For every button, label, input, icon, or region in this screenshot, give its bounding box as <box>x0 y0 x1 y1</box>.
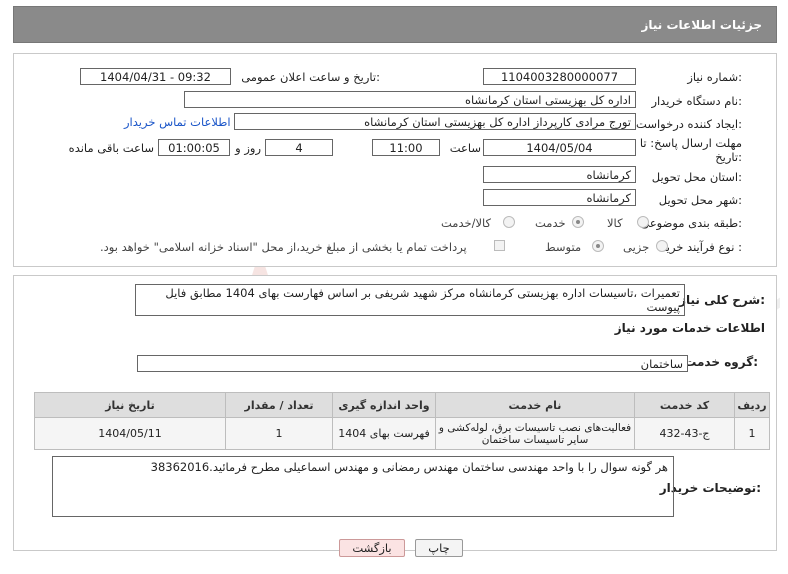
category-option-goods: کالا <box>607 216 623 230</box>
process-type-label: نوع فرآیند خرید : <box>660 240 742 254</box>
buyer-org-label: نام دستگاه خریدار: <box>651 94 742 108</box>
days-remaining-field: 4 <box>265 139 333 156</box>
buyer-notes-field: هر گونه سوال را با واحد مهندسی ساختمان م… <box>52 456 674 517</box>
city-field: کرمانشاه <box>483 189 636 206</box>
col-unit: واحد اندازه گیری <box>332 392 436 418</box>
request-creator-field: تورج مرادی کارپرداز اداره کل بهزیستی است… <box>234 113 636 130</box>
process-radio-medium[interactable] <box>592 240 604 252</box>
city-label: شهر محل تحویل: <box>658 193 742 207</box>
buyer-notes-label: توضیحات خریدار: <box>659 481 761 495</box>
category-radio-goods[interactable] <box>637 216 649 228</box>
cell-service-name: فعالیت‌های نصب تاسیسات برق، لوله‌کشی و س… <box>435 417 635 450</box>
service-group-label: گروه خدمت: <box>684 355 758 369</box>
service-group-field: ساختمان <box>137 355 688 372</box>
province-field: کرمانشاه <box>483 166 636 183</box>
category-label: طبقه بندی موضوعی: <box>640 216 742 230</box>
need-number-field: 1104003280000077 <box>483 68 636 85</box>
table-row: 1 ج-43-432 فعالیت‌های نصب تاسیسات برق، ل… <box>34 417 770 450</box>
days-label: روز و <box>235 141 261 155</box>
process-option-medium: متوسط <box>545 240 582 254</box>
back-button[interactable]: بازگشت <box>339 539 405 557</box>
col-service-name: نام خدمت <box>435 392 635 418</box>
description-label: شرح کلی نیاز: <box>679 293 765 307</box>
buyer-org-field: اداره کل بهزیستی استان کرمانشاه <box>184 91 636 108</box>
process-radio-minor[interactable] <box>656 240 668 252</box>
need-info-panel <box>13 53 777 267</box>
treasury-payment-checkbox[interactable] <box>494 240 505 251</box>
page-title: جزئیات اطلاعات نیاز <box>641 18 762 32</box>
request-creator-label: ایجاد کننده درخواست: <box>636 117 742 131</box>
deadline-time-field: 11:00 <box>372 139 440 156</box>
services-table-header: ردیف کد خدمت نام خدمت واحد اندازه گیری ت… <box>34 392 770 418</box>
deadline-time-label: ساعت <box>449 141 481 155</box>
province-label: استان محل تحویل: <box>651 170 742 184</box>
need-number-label: شماره نیاز: <box>687 70 742 84</box>
cell-service-code: ج-43-432 <box>634 417 735 450</box>
cell-quantity: 1 <box>225 417 333 450</box>
cell-row-number: 1 <box>734 417 770 450</box>
deadline-label-date: تاریخ: <box>715 150 742 164</box>
announce-datetime-field: 1404/04/31 - 09:32 <box>80 68 231 85</box>
cell-need-date: 1404/05/11 <box>34 417 226 450</box>
category-option-goods-service: کالا/خدمت <box>441 216 492 230</box>
col-row-number: ردیف <box>734 392 770 418</box>
category-option-service: خدمت <box>535 216 566 230</box>
process-option-minor: جزیی <box>623 240 650 254</box>
col-quantity: تعداد / مقدار <box>225 392 333 418</box>
col-service-code: کد خدمت <box>634 392 735 418</box>
col-need-date: تاریخ نیاز <box>34 392 226 418</box>
treasury-payment-note: پرداخت تمام یا بخشی از مبلغ خرید،از محل … <box>100 240 467 254</box>
description-field: تعمیرات ،تاسیسات اداره بهزیستی کرمانشاه … <box>135 284 685 316</box>
deadline-date-field: 1404/05/04 <box>483 139 636 156</box>
services-section-title: اطلاعات خدمات مورد نیاز <box>614 321 765 335</box>
announce-datetime-label: تاریخ و ساعت اعلان عمومی: <box>241 70 380 84</box>
time-remaining-field: 01:00:05 <box>158 139 230 156</box>
category-radio-service[interactable] <box>572 216 584 228</box>
deadline-label: مهلت ارسال پاسخ: تا <box>639 136 742 150</box>
category-radio-goods-service[interactable] <box>503 216 515 228</box>
cell-unit: فهرست بهای 1404 <box>332 417 436 450</box>
print-button[interactable]: چاپ <box>415 539 463 557</box>
services-table: ردیف کد خدمت نام خدمت واحد اندازه گیری ت… <box>34 392 770 450</box>
time-remaining-label: ساعت باقی مانده <box>68 141 154 155</box>
page-header: جزئیات اطلاعات نیاز <box>13 6 777 43</box>
buyer-contact-link[interactable]: اطلاعات تماس خریدار <box>124 115 231 129</box>
